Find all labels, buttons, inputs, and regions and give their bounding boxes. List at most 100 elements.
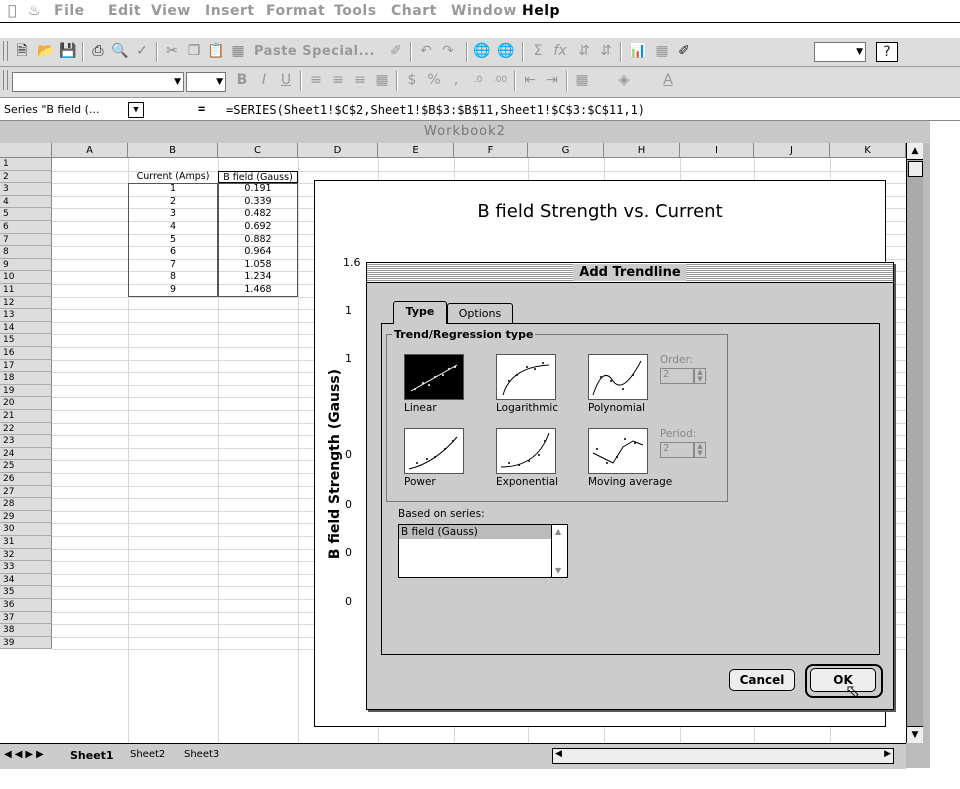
- row-header[interactable]: 1: [0, 158, 52, 171]
- cut-icon[interactable]: ✂: [162, 42, 182, 60]
- scroll-up-icon[interactable]: ▲: [555, 527, 561, 536]
- row-header[interactable]: 20: [0, 397, 52, 410]
- copy-icon[interactable]: ❐: [184, 42, 204, 60]
- trend-exponential-tile[interactable]: [496, 428, 556, 474]
- menu-file[interactable]: File: [54, 3, 85, 19]
- vertical-scrollbar[interactable]: ▲ ▼: [906, 143, 923, 743]
- cell-header-current[interactable]: Current (Amps): [128, 171, 218, 184]
- trend-linear-tile[interactable]: [404, 354, 464, 400]
- row-header[interactable]: 30: [0, 523, 52, 536]
- row-header[interactable]: 29: [0, 510, 52, 524]
- row-header[interactable]: 11: [0, 284, 52, 297]
- name-box-dropdown[interactable]: ▼: [128, 102, 144, 118]
- column-header-d[interactable]: D: [298, 143, 378, 158]
- row-header[interactable]: 10: [0, 271, 52, 284]
- row-header[interactable]: 17: [0, 359, 52, 373]
- row-header[interactable]: 2: [0, 170, 52, 184]
- tab-type[interactable]: Type: [393, 301, 447, 324]
- increase-indent-icon[interactable]: ⇥: [542, 71, 562, 89]
- row-header[interactable]: 23: [0, 435, 52, 448]
- ok-button[interactable]: OK: [810, 668, 876, 692]
- menu-chart[interactable]: Chart: [391, 3, 437, 19]
- cell-header-bfield[interactable]: B field (Gauss): [218, 170, 298, 184]
- align-center-icon[interactable]: ≡: [328, 71, 348, 89]
- row-header[interactable]: 24: [0, 447, 52, 461]
- row-header[interactable]: 6: [0, 221, 52, 234]
- chart-y-axis-label[interactable]: B field Strength (Gauss): [327, 354, 343, 574]
- column-header-f[interactable]: F: [454, 143, 528, 158]
- tab-navigation-icon[interactable]: ◀◀▶▶: [4, 749, 47, 760]
- column-header-c[interactable]: C: [218, 143, 298, 158]
- map-icon[interactable]: ▦: [652, 42, 672, 60]
- row-header[interactable]: 27: [0, 485, 52, 499]
- row-header[interactable]: 3: [0, 183, 52, 196]
- trend-power-tile[interactable]: [404, 428, 464, 474]
- row-header[interactable]: 15: [0, 334, 52, 347]
- period-stepper-icon[interactable]: ▲ ▼: [694, 442, 706, 458]
- dialog-title-bar[interactable]: Add Trendline: [367, 263, 893, 283]
- menu-insert[interactable]: Insert: [205, 3, 255, 19]
- zoom-dropdown[interactable]: ▼: [814, 42, 866, 62]
- decrease-indent-icon[interactable]: ⇤: [520, 71, 540, 89]
- tab-options[interactable]: Options: [447, 303, 513, 324]
- align-right-icon[interactable]: ≡: [350, 71, 370, 89]
- row-header[interactable]: 14: [0, 321, 52, 335]
- help-icon[interactable]: ?: [876, 42, 898, 62]
- tab-sheet2[interactable]: Sheet2: [130, 749, 165, 760]
- increase-decimal-icon[interactable]: .0: [468, 71, 488, 89]
- period-input[interactable]: 2: [660, 442, 694, 458]
- tab-sheet1[interactable]: Sheet1: [70, 749, 114, 762]
- scroll-left-icon[interactable]: ◀: [555, 749, 562, 759]
- scroll-down-icon[interactable]: ▼: [555, 566, 561, 575]
- borders-icon[interactable]: ▦: [572, 71, 592, 89]
- italic-icon[interactable]: I: [254, 71, 274, 89]
- column-header-b[interactable]: B: [128, 143, 218, 158]
- percent-icon[interactable]: %: [424, 71, 444, 89]
- column-header-a[interactable]: A: [52, 143, 128, 158]
- toolbar-grip[interactable]: [3, 41, 8, 61]
- row-header[interactable]: 31: [0, 536, 52, 549]
- bold-icon[interactable]: B: [232, 71, 252, 89]
- row-header[interactable]: 5: [0, 208, 52, 221]
- cancel-button[interactable]: Cancel: [729, 669, 795, 691]
- print-preview-icon[interactable]: 🔍: [110, 42, 130, 60]
- series-list-item[interactable]: B field (Gauss): [399, 525, 551, 539]
- row-header[interactable]: 35: [0, 586, 52, 599]
- order-stepper-icon[interactable]: ▲ ▼: [694, 368, 706, 384]
- column-header-g[interactable]: G: [528, 143, 604, 158]
- toolbar-grip[interactable]: [3, 70, 8, 90]
- row-header[interactable]: 16: [0, 347, 52, 360]
- web-toolbar-icon[interactable]: 🌐: [472, 42, 492, 60]
- comma-icon[interactable]: ,: [446, 71, 466, 89]
- align-left-icon[interactable]: ≡: [306, 71, 326, 89]
- row-header[interactable]: 19: [0, 384, 52, 398]
- menu-help[interactable]: Help: [522, 3, 560, 19]
- scroll-thumb[interactable]: [908, 161, 923, 177]
- spelling-icon[interactable]: ✓: [132, 42, 152, 60]
- brush-icon[interactable]: ✐: [386, 42, 406, 60]
- trend-moving-average-label[interactable]: Moving average: [588, 476, 672, 488]
- hyperlink-icon[interactable]: 🌐: [496, 42, 516, 60]
- trend-logarithmic-label[interactable]: Logarithmic: [496, 402, 558, 414]
- sort-descending-icon[interactable]: ⇵: [596, 42, 616, 60]
- trend-exponential-label[interactable]: Exponential: [496, 476, 558, 488]
- menu-edit[interactable]: Edit: [108, 3, 141, 19]
- menu-view[interactable]: View: [151, 3, 191, 19]
- row-header[interactable]: 38: [0, 624, 52, 637]
- column-header-e[interactable]: E: [378, 143, 454, 158]
- menu-tools[interactable]: Tools: [334, 3, 377, 19]
- drawing-icon[interactable]: ✐: [674, 42, 694, 60]
- tab-sheet3[interactable]: Sheet3: [184, 749, 219, 760]
- fill-color-icon[interactable]: ◈: [614, 71, 634, 89]
- row-header[interactable]: 22: [0, 422, 52, 436]
- row-header[interactable]: 4: [0, 195, 52, 209]
- row-header[interactable]: 33: [0, 561, 52, 574]
- currency-icon[interactable]: $: [402, 71, 422, 89]
- new-icon[interactable]: 🗎: [12, 42, 32, 60]
- select-all-corner[interactable]: [0, 143, 52, 158]
- column-header-k[interactable]: K: [830, 143, 906, 158]
- menu-window[interactable]: Window: [451, 3, 517, 19]
- column-header-j[interactable]: J: [754, 143, 830, 158]
- redo-icon[interactable]: ↷: [438, 42, 458, 60]
- sort-ascending-icon[interactable]: ⇵: [574, 42, 594, 60]
